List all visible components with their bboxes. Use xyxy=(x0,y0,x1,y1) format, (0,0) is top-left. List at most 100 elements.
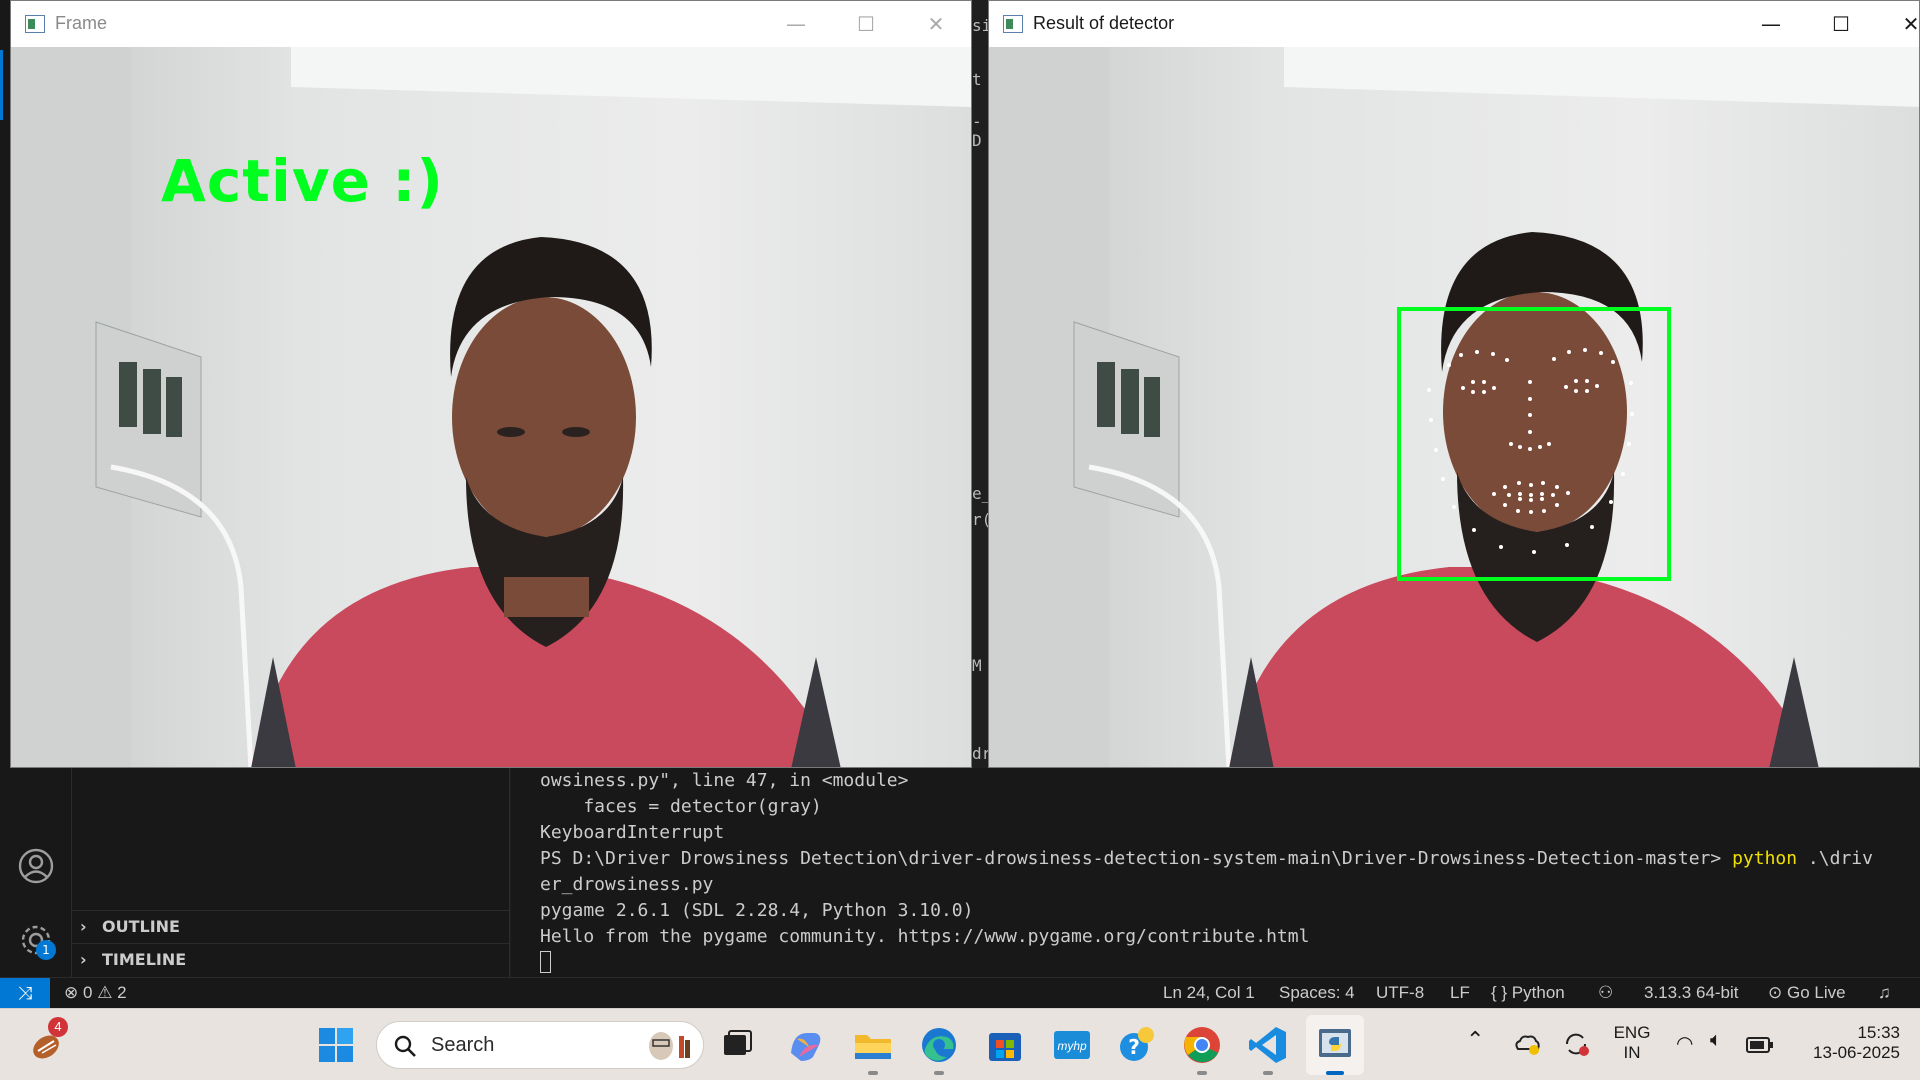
editor-fragment-strip: si t -D e_ r( M dr xyxy=(972,0,988,768)
start-icon[interactable] xyxy=(314,1023,358,1067)
clock-time: 15:33 xyxy=(1857,1023,1900,1042)
help-icon[interactable]: ? xyxy=(1116,1023,1160,1067)
detector-video-view xyxy=(989,47,1919,767)
store-icon[interactable] xyxy=(983,1023,1027,1067)
maximize-button[interactable]: ☐ xyxy=(1806,1,1876,47)
timeline-label: TIMELINE xyxy=(102,950,187,969)
running-indicator xyxy=(934,1071,944,1075)
terminal-output: pygame 2.6.1 (SDL 2.28.4, Python 3.10.0) xyxy=(540,900,974,921)
myhp-icon[interactable]: myhp xyxy=(1050,1023,1094,1067)
activity-active-indicator xyxy=(0,50,3,120)
remote-indicator-icon[interactable]: ⤨ xyxy=(0,978,50,1009)
search-highlight-icon xyxy=(649,1032,690,1060)
indentation[interactable]: Spaces: 4 xyxy=(1279,978,1355,1009)
vscode-icon[interactable] xyxy=(1246,1023,1290,1067)
landmark-frame-image xyxy=(989,47,1919,767)
minimize-button[interactable]: — xyxy=(1736,1,1806,47)
file-explorer-icon[interactable] xyxy=(851,1023,895,1067)
terminal-command-arg: .\driv xyxy=(1797,848,1873,869)
onedrive-warning-icon[interactable] xyxy=(1512,1029,1542,1059)
terminal-command: python xyxy=(1732,848,1798,869)
cursor-position[interactable]: Ln 24, Col 1 xyxy=(1163,978,1255,1009)
editor-fragment: e_ xyxy=(972,484,988,503)
drowsiness-status-text: Active :) xyxy=(161,147,444,215)
detector-title: Result of detector xyxy=(1033,13,1175,33)
language-indicator[interactable]: ENG IN xyxy=(1608,1023,1656,1063)
terminal-prompt: PS D:\Driver Drowsiness Detection\driver… xyxy=(540,848,1733,869)
running-indicator xyxy=(1263,1071,1273,1075)
clock[interactable]: 15:33 13-06-2025 xyxy=(1790,1023,1900,1063)
go-live-label: Go Live xyxy=(1786,983,1846,1002)
active-indicator xyxy=(1326,1071,1344,1075)
terminal-panel[interactable]: owsiness.py", line 47, in <module> faces… xyxy=(511,768,1920,977)
maximize-button[interactable]: ☐ xyxy=(831,1,901,47)
editor-fragment: r( xyxy=(972,510,988,529)
python-interpreter[interactable]: 3.13.3 64-bit xyxy=(1644,978,1739,1009)
detector-window: Result of detector — ☐ ✕ xyxy=(988,0,1920,768)
task-view-icon[interactable] xyxy=(715,1023,759,1067)
broadcast-icon: ⊙ xyxy=(1768,983,1783,1002)
minimize-button[interactable]: — xyxy=(761,1,831,47)
terminal-line: KeyboardInterrupt xyxy=(540,822,725,843)
show-hidden-icons-chevron-icon[interactable]: ⌃ xyxy=(1466,1027,1484,1053)
chrome-icon[interactable] xyxy=(1180,1023,1224,1067)
opencv-window-icon xyxy=(1003,15,1023,33)
close-button[interactable]: ✕ xyxy=(1876,1,1919,47)
status-bar: ⤨ ⊗ 0 ⚠ 2 Ln 24, Col 1 Spaces: 4 UTF-8 L… xyxy=(0,977,1920,1009)
language-code: ENG xyxy=(1613,1023,1651,1042)
webcam-frame-image xyxy=(11,47,971,767)
chevron-right-icon: › xyxy=(80,917,87,936)
wifi-icon[interactable]: ◠ xyxy=(1676,1031,1693,1056)
region-code: IN xyxy=(1623,1043,1641,1062)
copilot-icon[interactable] xyxy=(783,1023,827,1067)
search-icon xyxy=(394,1035,416,1057)
editor-fragment: si xyxy=(972,16,988,35)
editor-fragment: dr xyxy=(972,744,988,763)
frame-window: Frame — ☐ ✕ Active:) xyxy=(10,0,972,768)
terminal-line: faces = detector(gray) xyxy=(540,796,822,817)
running-indicator xyxy=(1197,1071,1207,1075)
encoding[interactable]: UTF-8 xyxy=(1376,978,1424,1009)
close-button[interactable]: ✕ xyxy=(901,1,971,47)
chevron-right-icon: › xyxy=(80,950,87,969)
bell-icon[interactable]: ♫ xyxy=(1878,978,1891,1009)
editor-fragment: -D xyxy=(972,112,982,150)
copilot-icon[interactable]: ⚇ xyxy=(1598,978,1613,1009)
frame-titlebar[interactable]: Frame — ☐ ✕ xyxy=(11,1,971,47)
problems-indicator[interactable]: ⊗ 0 ⚠ 2 xyxy=(64,978,127,1009)
svg-text:myhp: myhp xyxy=(1057,1039,1087,1053)
running-indicator xyxy=(868,1071,878,1075)
opencv-window-icon xyxy=(25,15,45,33)
taskbar: 4 Search myhp ? ⌃ ENG IN ◠ 🔈︎ 15:33 13-0… xyxy=(0,1008,1920,1080)
sync-icon[interactable] xyxy=(1561,1029,1591,1059)
taskbar-search[interactable]: Search xyxy=(376,1021,704,1069)
battery-icon[interactable] xyxy=(1746,1035,1774,1055)
account-icon[interactable] xyxy=(16,846,56,886)
line-ending[interactable]: LF xyxy=(1450,978,1470,1009)
notification-badge: 4 xyxy=(48,1017,68,1037)
go-live-button[interactable]: ⊙ Go Live xyxy=(1768,978,1846,1009)
frame-video-view: Active :) xyxy=(11,47,971,767)
outline-section[interactable]: › OUTLINE xyxy=(72,910,510,943)
edge-icon[interactable] xyxy=(917,1023,961,1067)
terminal-line: owsiness.py", line 47, in <module> xyxy=(540,770,909,791)
warning-icon: ⚠ xyxy=(97,983,113,1002)
svg-text:?: ? xyxy=(1128,1035,1140,1059)
terminal-cursor xyxy=(540,951,551,973)
terminal-output: Hello from the pygame community. https:/… xyxy=(540,926,1310,947)
outline-label: OUTLINE xyxy=(102,917,180,936)
terminal-line: er_drowsiness.py xyxy=(540,874,714,895)
volume-icon[interactable]: 🔈︎ xyxy=(1710,1029,1722,1052)
search-placeholder: Search xyxy=(431,1034,495,1056)
detector-titlebar[interactable]: Result of detector — ☐ ✕ xyxy=(989,1,1919,47)
editor-fragment: t xyxy=(972,70,982,89)
timeline-section[interactable]: › TIMELINE xyxy=(72,943,510,976)
error-count: 0 xyxy=(82,983,93,1002)
frame-title: Frame xyxy=(55,13,108,33)
terminal-prompt-line: PS D:\Driver Drowsiness Detection\driver… xyxy=(540,848,1873,869)
clock-date: 13-06-2025 xyxy=(1813,1043,1900,1062)
warning-count: 2 xyxy=(117,983,127,1002)
python-icon[interactable] xyxy=(1313,1023,1357,1067)
language-mode[interactable]: { } Python xyxy=(1491,978,1565,1009)
editor-fragment: M xyxy=(972,656,982,675)
